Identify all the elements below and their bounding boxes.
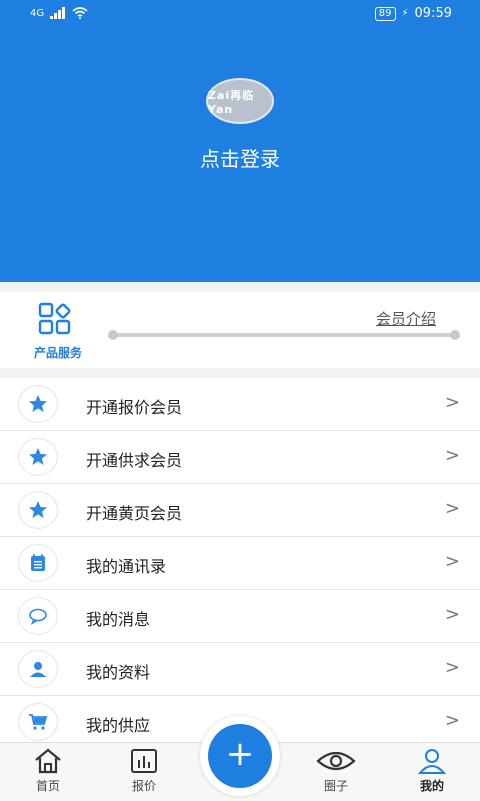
menu-item-profile[interactable]: 我的资料 >	[0, 643, 480, 696]
chevron-right-icon: >	[444, 392, 460, 413]
eye-icon	[316, 751, 356, 771]
nav-circle-label: 圈子	[323, 779, 348, 793]
menu-label: 开通黄页会员	[86, 504, 183, 523]
nav-circle[interactable]: 圈子	[306, 747, 366, 794]
product-service-label[interactable]: 产品服务	[20, 344, 96, 361]
login-link[interactable]: 点击登录	[0, 143, 480, 172]
nav-home[interactable]: 首页	[18, 747, 78, 794]
chart-icon	[131, 749, 157, 773]
app-logo[interactable]: Zai再临Yan	[206, 78, 274, 124]
track-dot-left	[108, 330, 118, 340]
menu-label: 我的供应	[86, 716, 151, 735]
chevron-right-icon: >	[444, 445, 460, 466]
nav-mine-label: 我的	[419, 779, 444, 793]
menu-label: 开通供求会员	[86, 451, 183, 470]
menu-label: 开通报价会员	[86, 398, 183, 417]
track-dot-right	[450, 330, 460, 340]
chevron-right-icon: >	[444, 551, 460, 572]
user-icon	[417, 749, 447, 774]
menu-item-messages[interactable]: 我的消息 >	[0, 590, 480, 643]
scroll-track	[108, 330, 460, 340]
chevron-right-icon: >	[444, 604, 460, 625]
nav-quote-label: 报价	[131, 779, 156, 793]
charging-icon: ⚡	[401, 8, 409, 19]
status-bar: 4G 89 ⚡ 09:59	[0, 0, 480, 30]
nav-home-label: 首页	[35, 779, 60, 793]
chevron-right-icon: >	[444, 657, 460, 678]
menu-list: 开通报价会员 > 开通供求会员 > 开通黄页会员 > 我的通讯录 > 我的消息 …	[0, 378, 480, 749]
home-icon	[35, 748, 61, 774]
chevron-right-icon: >	[444, 710, 460, 731]
menu-label: 我的资料	[86, 663, 151, 682]
chevron-right-icon: >	[444, 498, 460, 519]
menu-item-yellowpage-member[interactable]: 开通黄页会员 >	[0, 484, 480, 537]
wifi-icon	[72, 7, 88, 19]
network-label: 4G	[30, 7, 45, 19]
add-button[interactable]: +	[208, 724, 272, 788]
menu-item-contacts[interactable]: 我的通讯录 >	[0, 537, 480, 590]
profile-header: Zai再临Yan 点击登录	[0, 30, 480, 282]
track-line	[116, 333, 452, 337]
product-grid-icon[interactable]	[38, 302, 78, 336]
contacts-icon	[18, 544, 58, 582]
fab-container: +	[200, 716, 280, 796]
message-icon	[18, 597, 58, 635]
star-icon	[18, 438, 58, 476]
time-label: 09:59	[414, 6, 452, 21]
nav-mine[interactable]: 我的	[402, 747, 462, 794]
status-right: 89 ⚡ 09:59	[374, 6, 452, 21]
status-left: 4G	[30, 7, 88, 19]
product-service-section: 产品服务 会员介绍	[0, 292, 480, 368]
star-icon	[18, 385, 58, 423]
logo-text: Zai再临Yan	[208, 88, 255, 116]
star-icon	[18, 491, 58, 529]
nav-quote[interactable]: 报价	[114, 747, 174, 794]
menu-item-quote-member[interactable]: 开通报价会员 >	[0, 378, 480, 431]
cart-icon	[18, 703, 58, 741]
profile-icon	[18, 650, 58, 688]
menu-label: 我的消息	[86, 610, 151, 629]
member-intro-link[interactable]: 会员介绍	[376, 308, 436, 329]
menu-item-supply-member[interactable]: 开通供求会员 >	[0, 431, 480, 484]
signal-icon	[50, 7, 66, 19]
battery-indicator: 89	[374, 6, 396, 21]
menu-label: 我的通讯录	[86, 557, 167, 576]
